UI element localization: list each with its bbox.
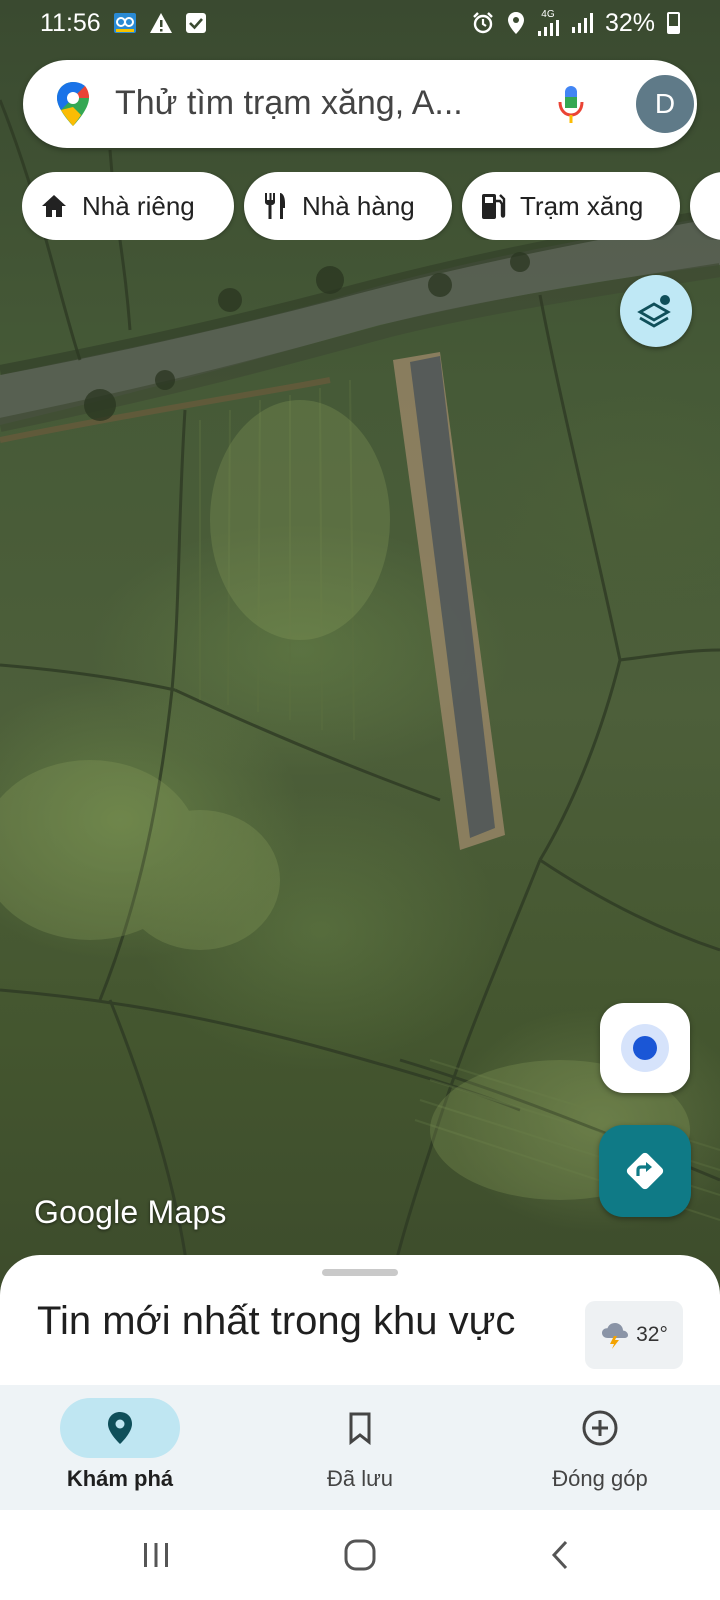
nav-contribute[interactable]: Đóng góp <box>480 1385 720 1510</box>
add-circle-icon <box>582 1410 618 1446</box>
network-type: 4G <box>541 9 555 20</box>
location-icon <box>507 11 525 35</box>
recent-apps-icon <box>144 1543 168 1567</box>
sheet-title: Tin mới nhất trong khu vực <box>37 1299 516 1343</box>
nav-saved-label: Đã lưu <box>326 1466 394 1491</box>
chip-restaurant[interactable]: Nhà hàng <box>244 172 452 240</box>
signal-icon: 4G <box>537 10 559 36</box>
chip-home-label: Nhà riêng <box>82 190 195 221</box>
nav-saved[interactable]: Đã lưu <box>240 1385 480 1510</box>
thunderstorm-icon <box>602 1323 629 1349</box>
my-location-button[interactable] <box>600 1003 690 1093</box>
my-location-icon <box>633 1036 657 1060</box>
gas-station-icon <box>482 194 506 219</box>
battery-percent: 32% <box>604 8 655 37</box>
app-notification-icon <box>113 12 137 34</box>
weather-temp: 32° <box>636 1323 668 1346</box>
alarm-icon <box>471 11 495 35</box>
category-chips: Nhà riêng Nhà hàng Trạm xăng <box>22 172 720 240</box>
layers-icon <box>637 295 671 328</box>
weather-chip[interactable]: 32° <box>585 1301 683 1369</box>
signal-icon <box>571 13 593 33</box>
chip-home[interactable]: Nhà riêng <box>22 172 234 240</box>
restaurant-icon <box>265 193 285 219</box>
bottom-navigation: Khám phá Đã lưu Đóng góp <box>0 1385 720 1510</box>
home-icon <box>42 195 66 217</box>
map-brand-logo: Google Maps <box>34 1194 227 1230</box>
status-bar: 11:56 4G 32% <box>0 0 720 46</box>
nav-contribute-pill <box>540 1398 660 1458</box>
explore-pin-icon <box>108 1412 132 1444</box>
status-right: 4G 32% <box>471 9 680 38</box>
layers-button[interactable] <box>620 275 692 347</box>
search-bar[interactable]: Thử tìm trạm xăng, A... D <box>23 60 697 148</box>
home-circle-icon <box>344 1539 376 1571</box>
google-maps-logo-icon <box>55 80 91 128</box>
warning-icon <box>149 12 173 34</box>
nav-saved-pill <box>300 1398 420 1458</box>
nav-explore[interactable]: Khám phá <box>0 1385 240 1510</box>
home-button[interactable] <box>330 1535 390 1575</box>
battery-icon <box>667 12 680 34</box>
search-input[interactable]: Thử tìm trạm xăng, A... <box>115 84 525 123</box>
recent-apps-button[interactable] <box>126 1535 186 1575</box>
bookmark-icon <box>349 1412 371 1445</box>
directions-icon <box>626 1152 664 1190</box>
back-chevron-icon <box>551 1540 568 1570</box>
bottom-sheet[interactable]: Tin mới nhất trong khu vực 32° <box>0 1255 720 1385</box>
chip-more[interactable] <box>690 172 720 240</box>
chip-restaurant-label: Nhà hàng <box>302 190 415 221</box>
nav-explore-pill <box>60 1398 180 1458</box>
status-time: 11:56 <box>40 8 101 37</box>
sheet-drag-handle[interactable] <box>322 1269 398 1276</box>
nav-contribute-label: Đóng góp <box>552 1466 648 1491</box>
microphone-icon[interactable] <box>557 84 585 126</box>
checkbox-icon <box>185 12 207 34</box>
chip-gas-station-label: Trạm xăng <box>520 190 644 221</box>
avatar[interactable]: D <box>636 75 694 133</box>
system-navigation-bar <box>0 1510 720 1600</box>
status-left: 11:56 <box>40 9 207 38</box>
directions-button[interactable] <box>599 1125 691 1217</box>
chip-gas-station[interactable]: Trạm xăng <box>462 172 680 240</box>
nav-explore-label: Khám phá <box>66 1466 174 1491</box>
back-button[interactable] <box>530 1535 590 1575</box>
